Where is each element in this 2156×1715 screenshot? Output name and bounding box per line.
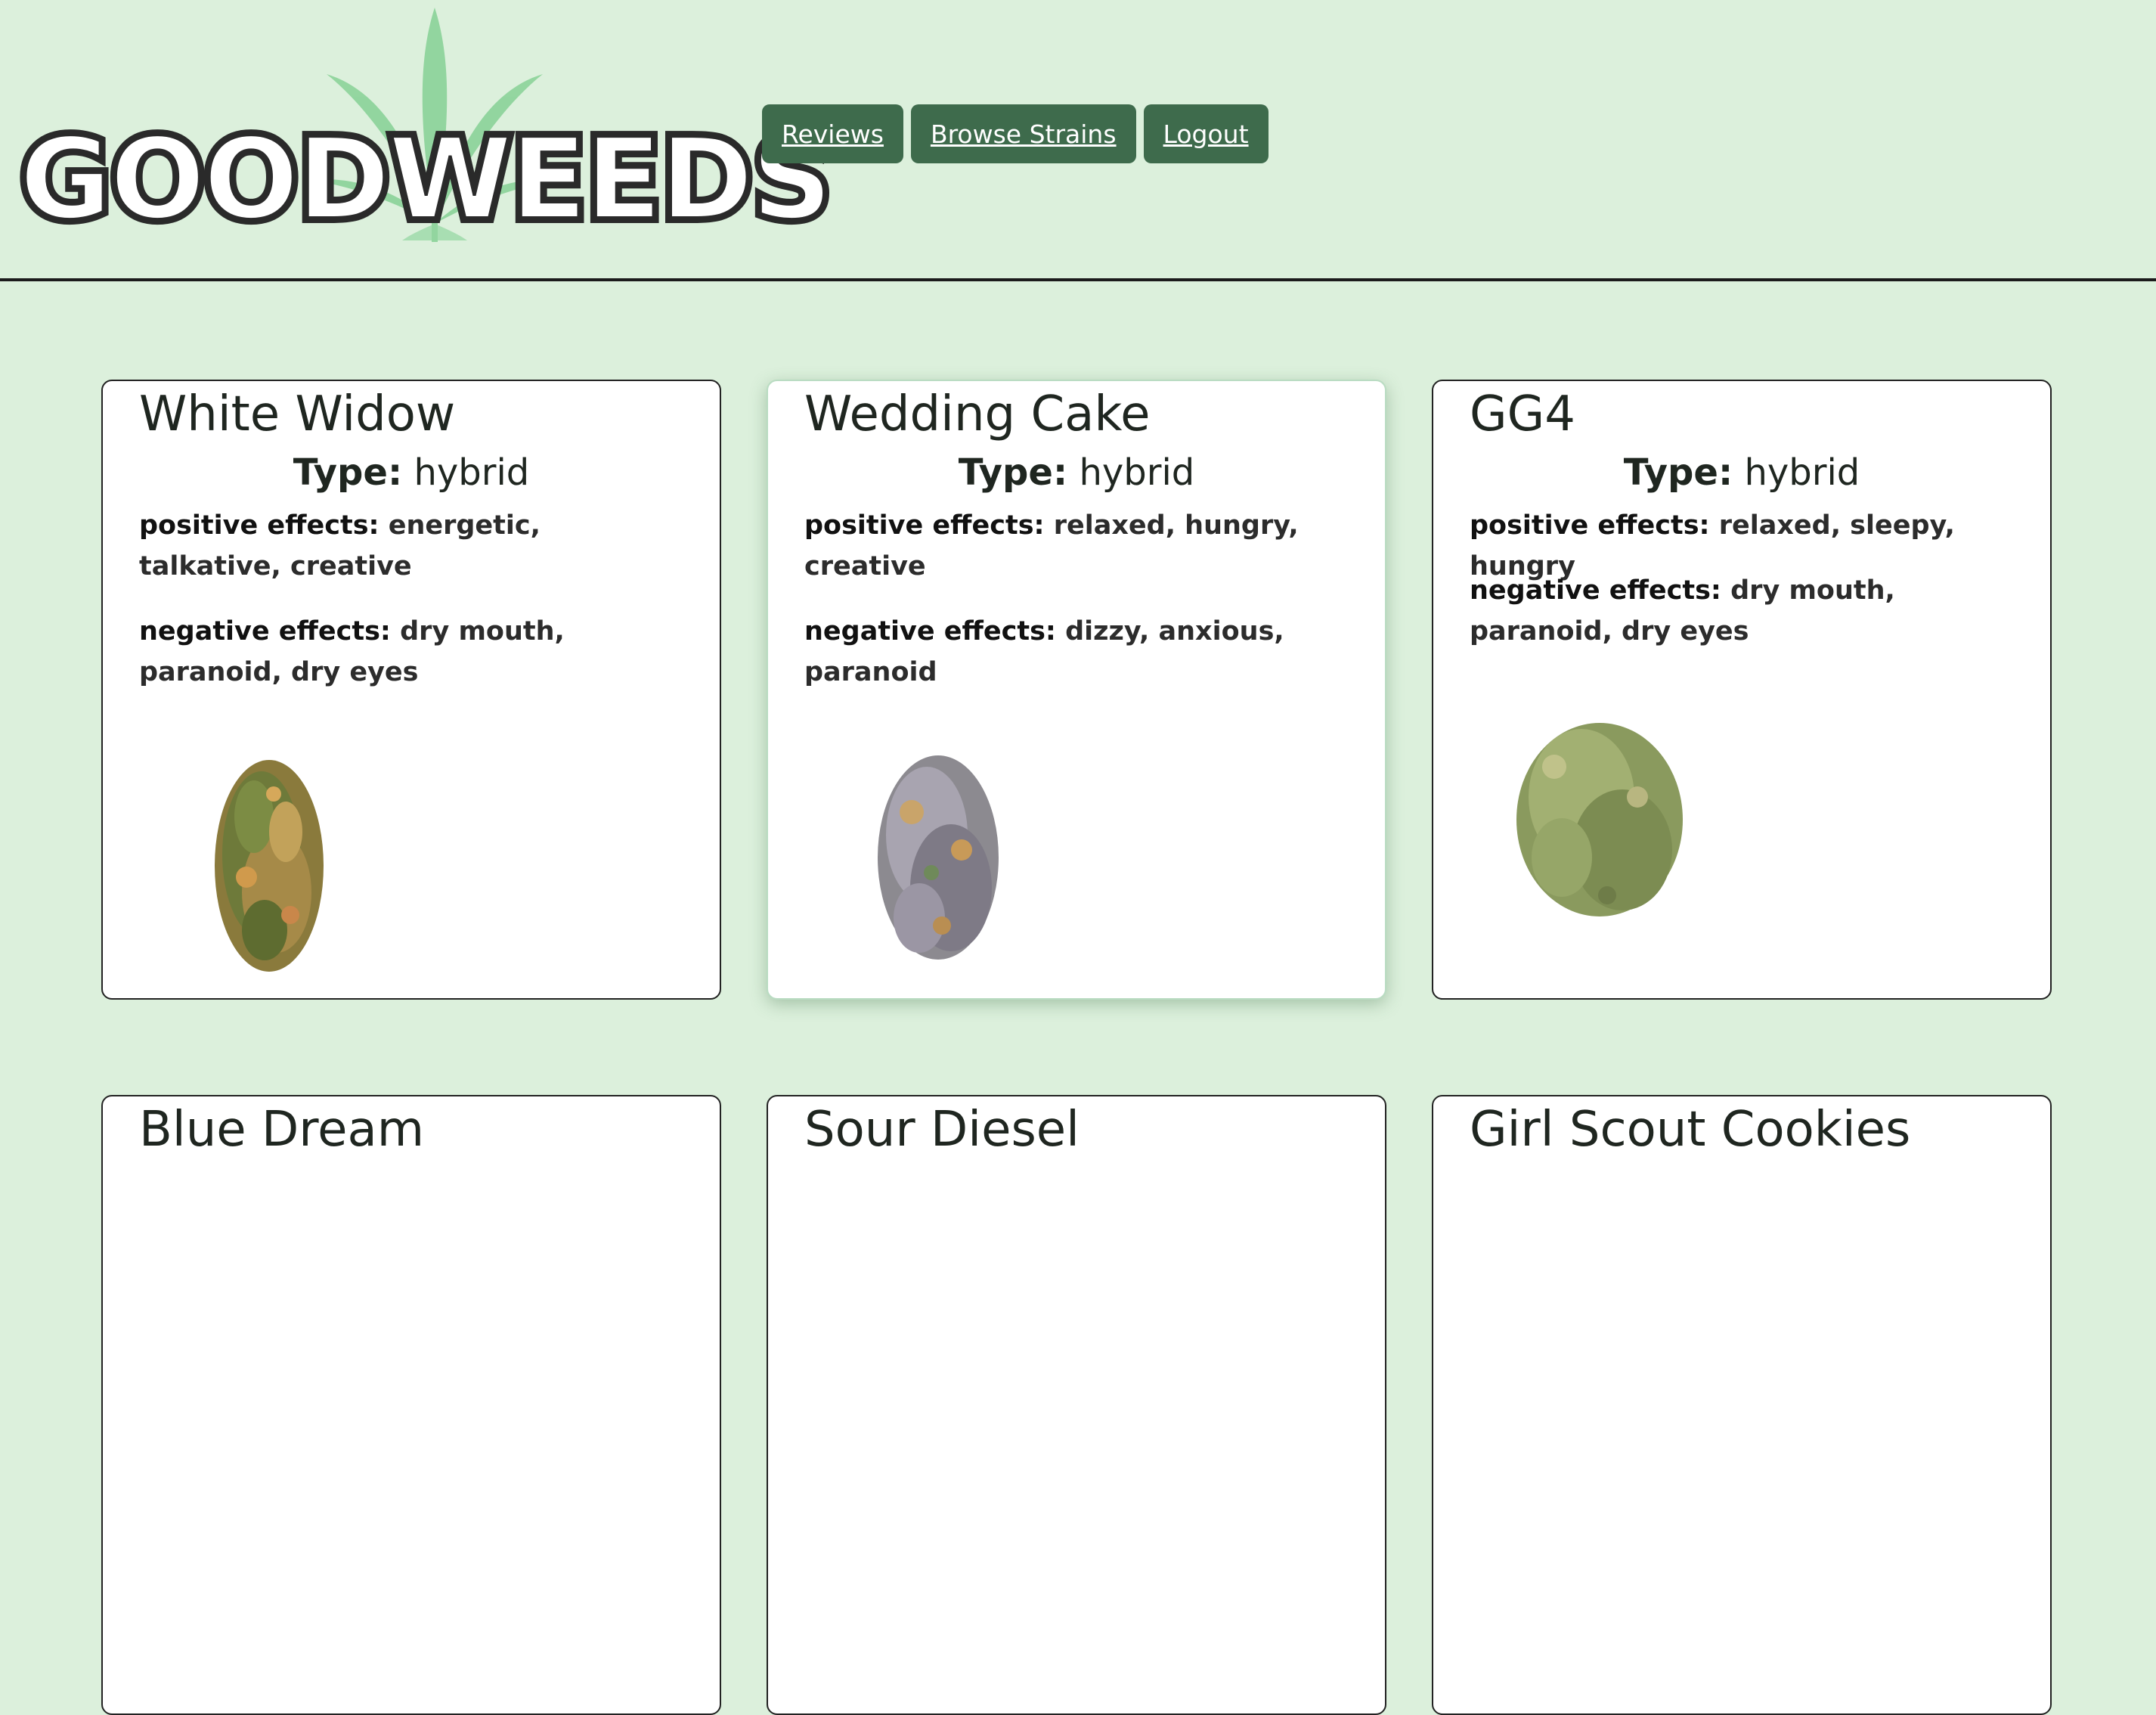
- strain-type-line: Type: hybrid: [768, 446, 1385, 499]
- negative-effects: negative effects: dry mouth, paranoid, d…: [1470, 570, 2020, 652]
- strain-card[interactable]: Girl Scout Cookies: [1432, 1095, 2052, 1715]
- negative-effects: negative effects: dry mouth, paranoid, d…: [139, 611, 689, 693]
- cannabis-bud-icon: [878, 755, 999, 960]
- logo-graphic: GOODWEEDS GOODWEEDS: [14, 8, 838, 250]
- strain-image: [201, 741, 337, 975]
- strain-type: hybrid: [414, 451, 530, 494]
- positive-effects: positive effects: energetic, talkative, …: [139, 505, 689, 587]
- strain-name: Wedding Cake: [804, 386, 1151, 442]
- positive-effects: positive effects: relaxed, hungry, creat…: [804, 505, 1355, 587]
- nav-reviews-button[interactable]: Reviews: [762, 104, 903, 163]
- positive-effects-label: positive effects:: [1470, 510, 1710, 541]
- negative-effects-label: negative effects:: [139, 616, 391, 647]
- nav-logout-button[interactable]: Logout: [1143, 104, 1269, 163]
- site-header: GOODWEEDS GOODWEEDS Reviews Browse Strai…: [0, 0, 2156, 281]
- strain-card[interactable]: Wedding Cake Type: hybrid positive effec…: [767, 380, 1386, 1000]
- strain-card[interactable]: Blue Dream: [101, 1095, 721, 1715]
- strain-card[interactable]: White Widow Type: hybrid positive effect…: [101, 380, 721, 1000]
- strain-type-line: Type: hybrid: [1433, 446, 2050, 499]
- strain-image: [866, 744, 1010, 971]
- positive-effects-label: positive effects:: [139, 510, 379, 541]
- nav-browse-strains-button[interactable]: Browse Strains: [910, 104, 1136, 163]
- strain-name: Blue Dream: [139, 1102, 425, 1158]
- strain-card[interactable]: Sour Diesel: [767, 1095, 1386, 1715]
- main-nav: Reviews Browse Strains Logout: [762, 104, 1269, 163]
- type-label: Type:: [293, 451, 403, 494]
- cannabis-bud-icon: [215, 760, 324, 972]
- negative-effects-label: negative effects:: [1470, 575, 1721, 606]
- negative-effects-label: negative effects:: [804, 616, 1056, 647]
- goodweeds-logo[interactable]: GOODWEEDS GOODWEEDS: [14, 5, 838, 250]
- logo-text-inline: GOODWEEDS: [20, 114, 831, 244]
- strain-name: Sour Diesel: [804, 1102, 1080, 1158]
- strain-type: hybrid: [1079, 451, 1195, 494]
- strain-type: hybrid: [1744, 451, 1860, 494]
- negative-effects: negative effects: dizzy, anxious, parano…: [804, 611, 1355, 693]
- positive-effects-label: positive effects:: [804, 510, 1045, 541]
- strain-type-line: Type: hybrid: [103, 446, 720, 499]
- strain-image: [1509, 706, 1698, 933]
- cannabis-bud-icon: [1516, 723, 1683, 916]
- strain-name: GG4: [1470, 386, 1575, 442]
- strain-card[interactable]: GG4 Type: hybrid positive effects: relax…: [1432, 380, 2052, 1000]
- type-label: Type:: [958, 451, 1068, 494]
- type-label: Type:: [1623, 451, 1733, 494]
- strain-name: Girl Scout Cookies: [1470, 1102, 1911, 1158]
- strain-name: White Widow: [139, 386, 456, 442]
